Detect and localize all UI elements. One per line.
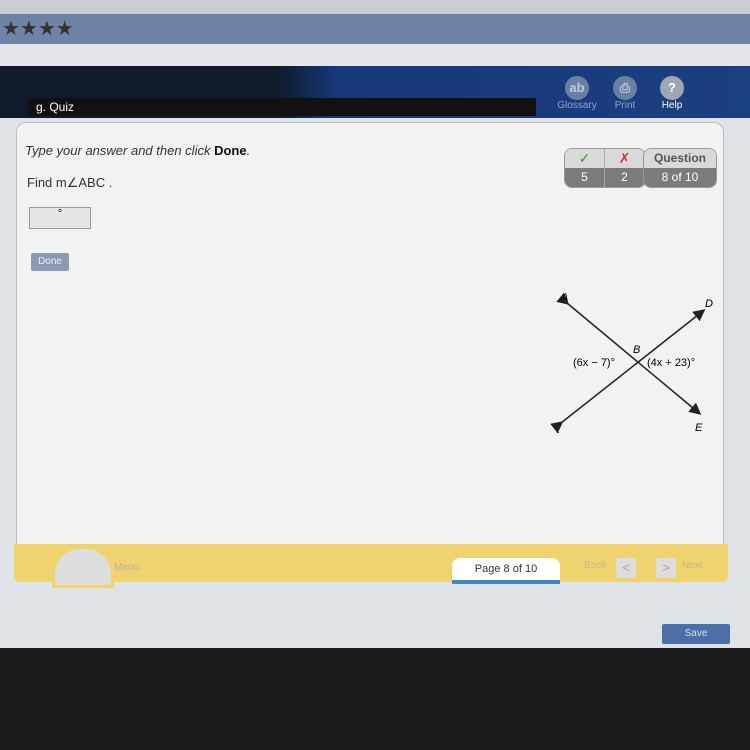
instruction: Type your answer and then click Done. — [25, 143, 250, 158]
answer-input[interactable]: ° — [29, 207, 91, 229]
point-d: D — [705, 298, 713, 310]
instruction-bold: Done — [214, 143, 247, 158]
print-label: Print — [614, 100, 636, 111]
instruction-text: Type your answer and then click — [25, 143, 215, 158]
instruction-end: . — [246, 143, 251, 158]
point-e: E — [695, 422, 703, 433]
help-icon: ? — [660, 76, 684, 100]
page-indicator: Page 8 of 10 — [452, 558, 560, 584]
next-button[interactable]: > — [656, 558, 676, 578]
glossary-label: Glossary — [557, 100, 597, 111]
footer-bar: Menu Page 8 of 10 Back < > Next — [14, 544, 728, 588]
correct-icon: ✓ — [565, 149, 605, 168]
question-card: Type your answer and then click Done. Fi… — [16, 122, 724, 554]
point-b: B — [633, 344, 640, 356]
print-button[interactable]: ⎙ Print — [600, 76, 650, 111]
question-label: Question — [644, 149, 716, 168]
correct-count: 5 — [565, 168, 605, 187]
menu-link[interactable]: Menu — [114, 562, 139, 573]
glossary-icon: ab — [565, 76, 589, 100]
question-progress: Question 8 of 10 — [643, 148, 717, 188]
rating-stars: ★★★★ — [0, 14, 750, 44]
help-button[interactable]: ? Help — [647, 76, 697, 111]
wrong-icon: ✗ — [605, 149, 645, 168]
print-icon: ⎙ — [613, 76, 637, 100]
help-label: Help — [661, 100, 683, 111]
next-label[interactable]: Next — [682, 560, 703, 571]
quiz-title: g. Quiz — [28, 98, 536, 116]
menu-icon[interactable] — [52, 546, 114, 588]
question-value: 8 of 10 — [644, 168, 716, 187]
degree-unit: ° — [57, 208, 63, 220]
point-c: C — [553, 431, 561, 433]
done-button[interactable]: Done — [31, 253, 69, 271]
wrong-count: 2 — [605, 168, 645, 187]
band — [0, 44, 750, 66]
angle-right-label: (4x + 23)° — [647, 357, 695, 369]
intersecting-lines-diagram: A B C D E (6x − 7)° (4x + 23)° — [550, 292, 713, 433]
quiz-screen: g. Quiz ab Glossary ⎙ Print ? Help Type you… — [0, 66, 750, 648]
browser-top — [0, 0, 750, 14]
header: g. Quiz ab Glossary ⎙ Print ? Help — [0, 66, 750, 118]
angle-left-label: (6x − 7)° — [573, 357, 615, 369]
question-prompt: Find m∠ABC . — [27, 175, 113, 190]
glossary-button[interactable]: ab Glossary — [552, 76, 602, 111]
back-button[interactable]: < — [616, 558, 636, 578]
save-button[interactable]: Save — [662, 624, 730, 644]
point-a: A — [560, 292, 568, 304]
back-label[interactable]: Back — [584, 560, 606, 571]
score-box: ✓ ✗ 52 — [564, 148, 646, 188]
